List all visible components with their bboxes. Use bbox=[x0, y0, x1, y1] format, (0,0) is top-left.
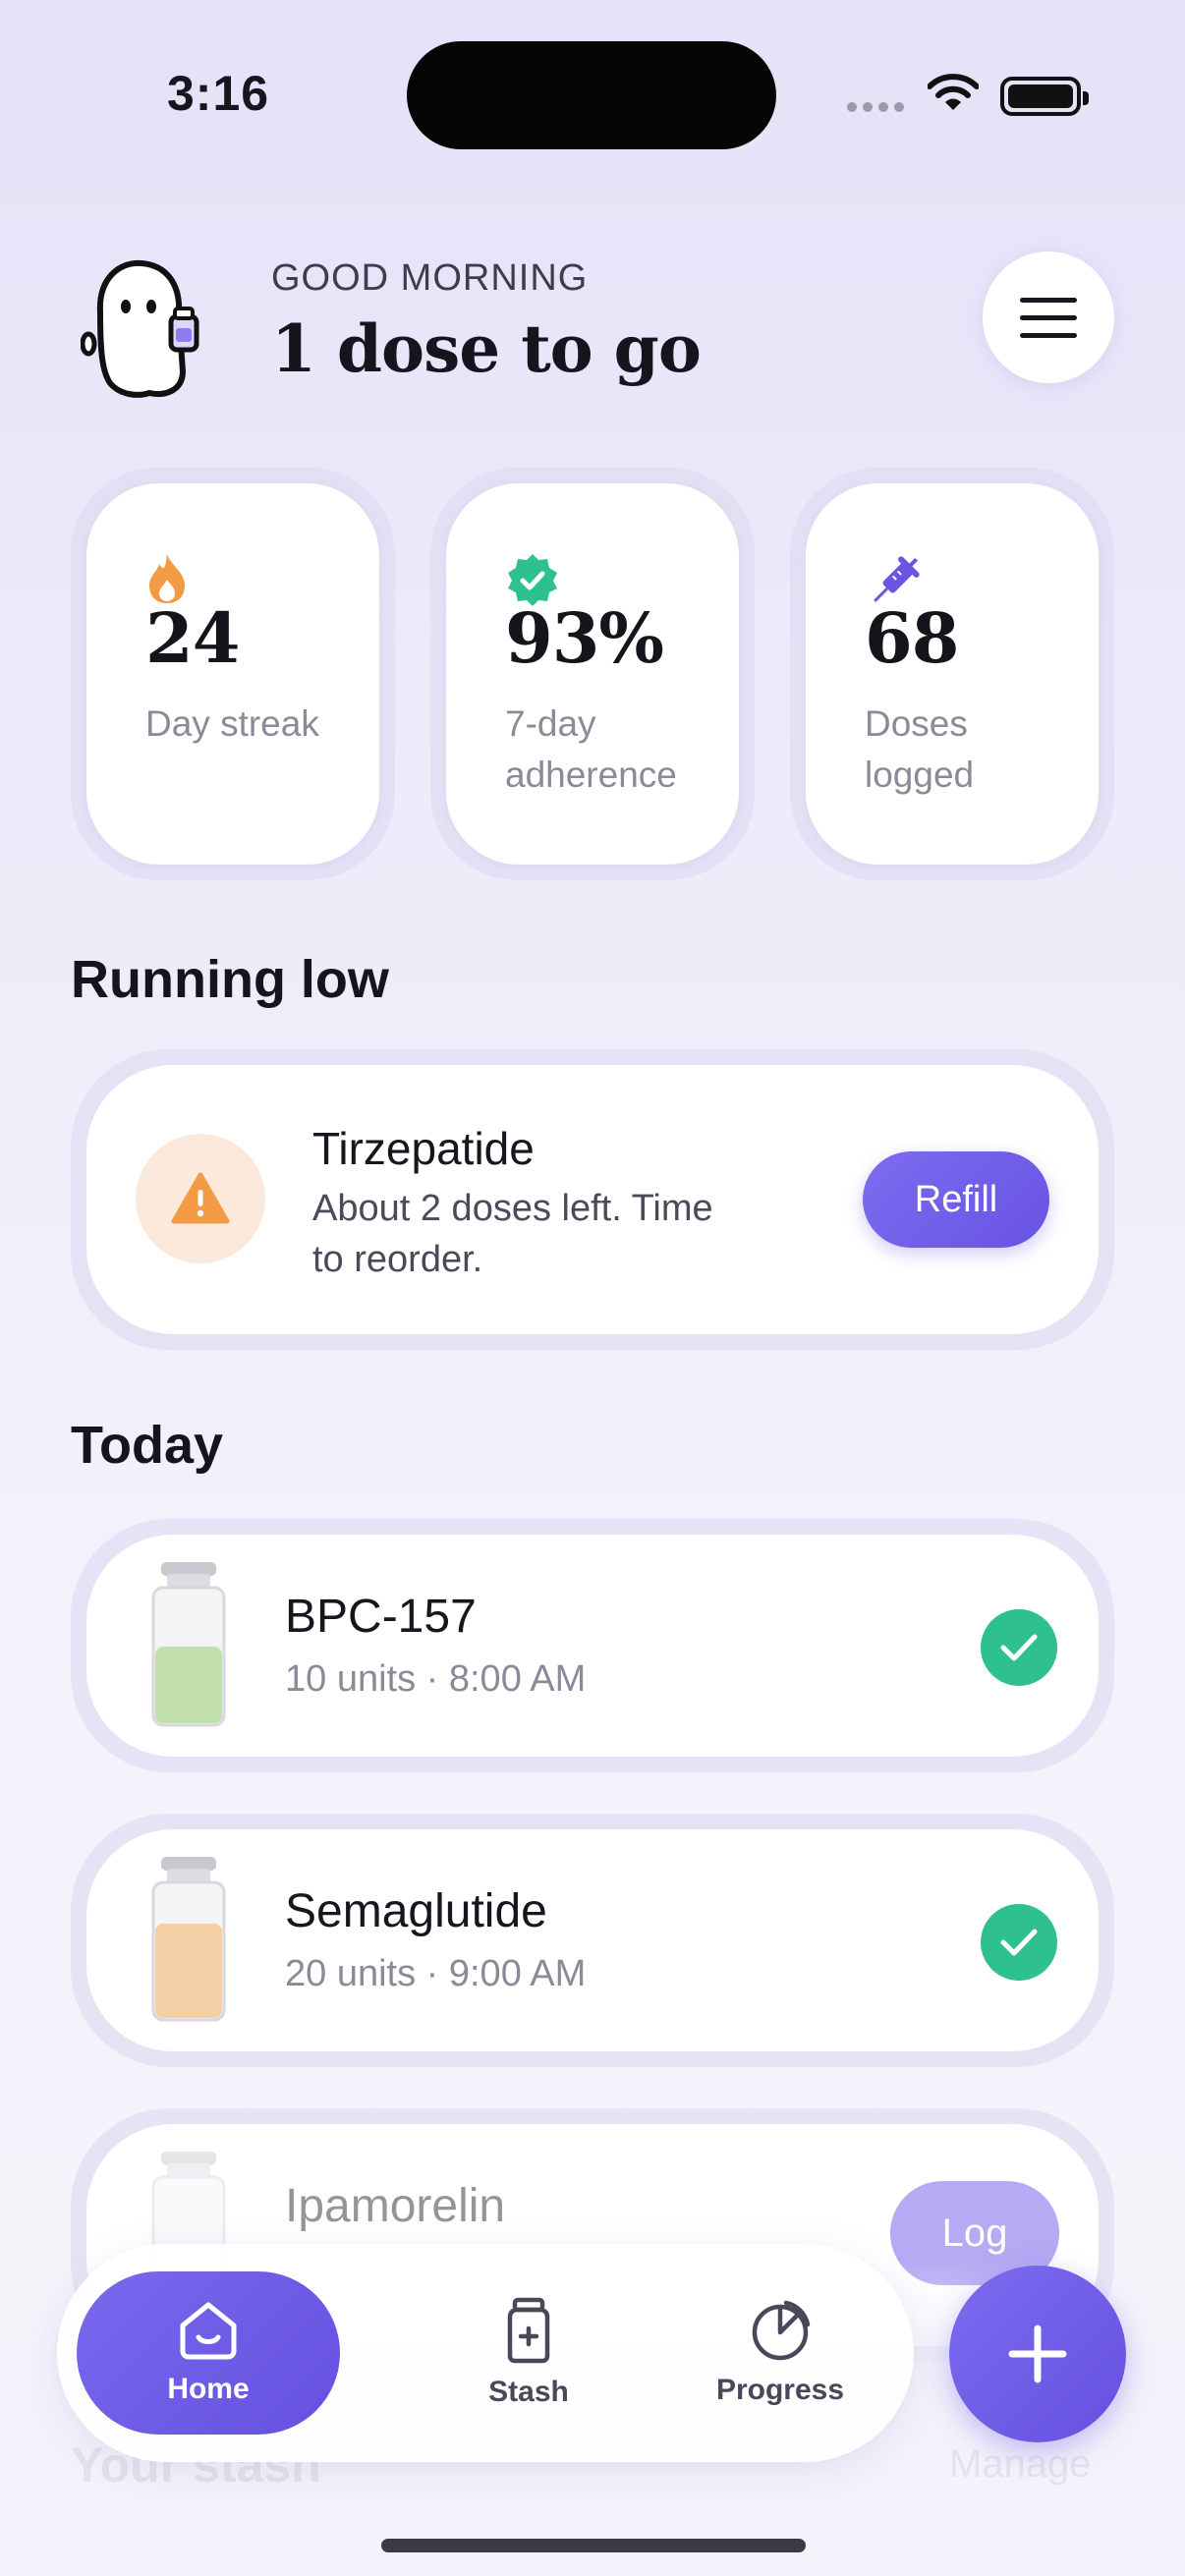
ghost-mascot-icon bbox=[81, 259, 199, 398]
page-title: 1 dose to go bbox=[271, 310, 702, 387]
flame-icon bbox=[149, 554, 185, 603]
check-button[interactable] bbox=[981, 1609, 1057, 1686]
tab-label: Progress bbox=[715, 2374, 845, 2406]
manage-link[interactable]: Manage bbox=[949, 2442, 1092, 2487]
add-dose-button[interactable] bbox=[949, 2266, 1126, 2442]
home-indicator bbox=[381, 2539, 806, 2552]
tab-home[interactable]: Home bbox=[77, 2271, 340, 2435]
plus-icon bbox=[1008, 2324, 1067, 2383]
dose-row-bpc157[interactable]: BPC-157 10 units · 8:00 AM bbox=[71, 1519, 1114, 1772]
tab-label: Stash bbox=[488, 2376, 569, 2408]
warning-icon bbox=[171, 1172, 230, 1224]
warning-badge bbox=[136, 1134, 265, 1263]
status-time: 3:16 bbox=[167, 66, 270, 121]
stat-card-doses[interactable]: 68 Doses logged bbox=[790, 468, 1114, 880]
home-icon bbox=[180, 2302, 237, 2360]
stat-card-streak[interactable]: 24 Day streak bbox=[71, 468, 395, 880]
wifi-icon bbox=[928, 74, 979, 110]
check-icon bbox=[1000, 1929, 1038, 1956]
hamburger-icon bbox=[1020, 297, 1077, 303]
stat-value: 93% bbox=[505, 597, 664, 679]
battery-icon bbox=[1000, 77, 1089, 116]
dose-detail: 10 units · 8:00 AM bbox=[285, 1658, 587, 1700]
stat-value: 24 bbox=[145, 597, 240, 679]
vial-icon bbox=[507, 2297, 550, 2364]
today-heading: Today bbox=[71, 1416, 224, 1475]
verified-badge-icon bbox=[508, 554, 557, 606]
dose-name: Ipamorelin bbox=[285, 2180, 506, 2232]
stat-card-adherence[interactable]: 93% 7-day adherence bbox=[430, 468, 755, 880]
check-button[interactable] bbox=[981, 1904, 1057, 1981]
dynamic-island bbox=[407, 41, 776, 149]
stat-label: 7-day adherence bbox=[505, 703, 677, 795]
pie-chart-icon bbox=[752, 2300, 811, 2361]
syringe-icon bbox=[874, 556, 920, 602]
greeting-text: GOOD MORNING bbox=[271, 257, 589, 299]
dose-row-semaglutide[interactable]: Semaglutide 20 units · 9:00 AM bbox=[71, 1814, 1114, 2067]
low-item-name: Tirzepatide bbox=[312, 1123, 535, 1174]
stat-label: Day streak bbox=[145, 703, 319, 744]
vial-icon bbox=[151, 1857, 226, 2022]
tab-stash[interactable]: Stash bbox=[421, 2244, 637, 2462]
vial-icon bbox=[151, 1562, 226, 1727]
dose-name: Semaglutide bbox=[285, 1885, 547, 1937]
dose-name: BPC-157 bbox=[285, 1591, 477, 1643]
dose-detail: 20 units · 9:00 AM bbox=[285, 1953, 587, 1994]
menu-button[interactable] bbox=[983, 252, 1114, 383]
cellular-signal-icon bbox=[847, 102, 904, 112]
tab-bar: Home Stash Progress bbox=[57, 2244, 914, 2462]
tab-progress[interactable]: Progress bbox=[672, 2244, 888, 2462]
low-item-description: About 2 doses left. Time to reorder. bbox=[312, 1188, 713, 1280]
refill-button[interactable]: Refill bbox=[863, 1151, 1049, 1248]
stat-label: Doses logged bbox=[865, 703, 975, 795]
tab-label: Home bbox=[167, 2373, 250, 2405]
check-icon bbox=[1000, 1634, 1038, 1661]
running-low-heading: Running low bbox=[71, 950, 389, 1009]
